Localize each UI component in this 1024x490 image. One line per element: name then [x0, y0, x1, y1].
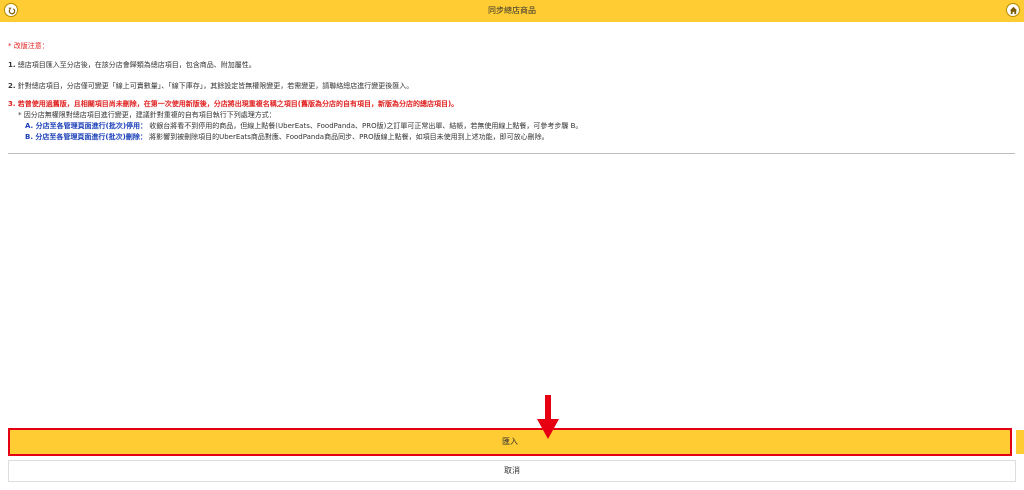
- notice-item-3-text: 若曾使用過舊版，且相關項目尚未刪除，在第一次使用新版後，分店將出現重複名稱之項目…: [17, 100, 459, 108]
- notice-item-2: 2. 針對總店項目，分店僅可變更「線上可賣數量」、「線下庫存」，其餘設定皆無權限…: [8, 81, 413, 91]
- notice-item-1-number: 1.: [8, 61, 16, 69]
- pointer-arrow-icon: [537, 395, 559, 439]
- notice-item-3: 3. 若曾使用過舊版，且相關項目尚未刪除，在第一次使用新版後，分店將出現重複名稱…: [8, 99, 458, 109]
- option-a-text: 收銀台將看不到停用的商品，但線上點餐(UberEats、FoodPanda、PR…: [149, 122, 583, 130]
- cancel-button[interactable]: 取消: [8, 460, 1016, 482]
- header-bar: 同步總店商品: [0, 0, 1024, 22]
- notice-item-3-subnote: * 因分店無權限對總店項目進行變更，建議針對重複的自有項目執行下列處理方式：: [18, 111, 276, 119]
- home-button[interactable]: [1006, 3, 1020, 17]
- notice-item-2-number: 2.: [8, 82, 16, 90]
- notice-item-1: 1. 總店項目匯入至分店後，在該分店會歸類為總店項目，包含商品、附加屬性。: [8, 60, 256, 70]
- page-title: 同步總店商品: [488, 6, 536, 15]
- notice-item-3-number: 3.: [8, 100, 16, 108]
- import-button[interactable]: 匯入: [8, 428, 1012, 456]
- option-b: B. 分店至各管理頁面進行(批次)刪除： 將影響到被刪除項目的UberEats商…: [25, 132, 549, 142]
- option-b-label: B. 分店至各管理頁面進行(批次)刪除：: [25, 133, 147, 141]
- notice-item-2-text: 針對總店項目，分店僅可變更「線上可賣數量」、「線下庫存」，其餘設定皆無權限變更，…: [17, 82, 414, 90]
- option-a-label: A. 分店至各管理頁面進行(批次)停用：: [25, 122, 148, 130]
- notice-item-1-text: 總店項目匯入至分店後，在該分店會歸類為總店項目，包含商品、附加屬性。: [17, 61, 256, 69]
- notice-title: * 改版注意：: [8, 42, 49, 50]
- import-bar-edge: [1016, 430, 1024, 454]
- option-a: A. 分店至各管理頁面進行(批次)停用： 收銀台將看不到停用的商品，但線上點餐(…: [25, 121, 582, 131]
- option-b-text: 將影響到被刪除項目的UberEats商品對應、FoodPanda商品同步、PRO…: [149, 133, 549, 141]
- section-divider: [8, 153, 1015, 154]
- home-icon: [1009, 6, 1017, 14]
